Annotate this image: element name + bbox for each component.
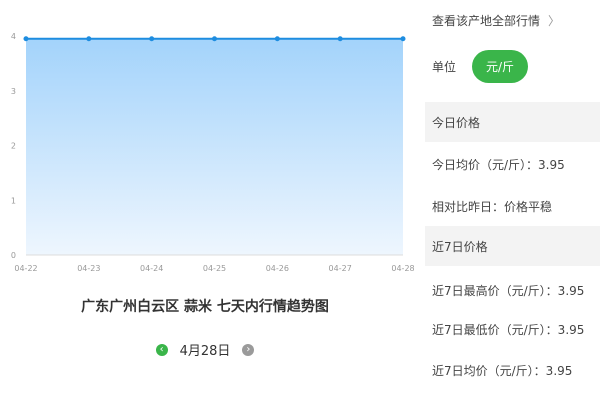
data-point	[274, 36, 280, 42]
price-info-panel: 查看该产地全部行情 〉 单位 元/斤 今日价格 今日均价（元/斤）：3.95 相…	[425, 0, 600, 400]
week-average-price: 近7日均价（元/斤）：3.95	[432, 364, 573, 378]
price-trend-chart: 0 1 2 3 4 04-22 04-23 04-24 04-25 04-26 04-27 04-28	[11, 32, 415, 273]
x-tick-label: 04-22	[14, 264, 37, 273]
unit-button[interactable]: 元/斤	[472, 50, 528, 83]
unit-label: 单位	[432, 60, 457, 74]
y-tick-label: 1	[11, 196, 16, 205]
data-point	[23, 36, 29, 42]
x-tick-label: 04-26	[266, 264, 289, 273]
x-tick-label: 04-25	[203, 264, 226, 273]
week-low-price: 近7日最低价（元/斤）：3.95	[432, 323, 585, 337]
y-tick-label: 2	[11, 142, 16, 151]
view-all-label: 查看该产地全部行情	[432, 14, 541, 28]
today-average-price: 今日均价（元/斤）：3.95	[432, 158, 565, 172]
week-high-price: 近7日最高价（元/斤）：3.95	[432, 284, 585, 298]
chevron-right-icon: 〉	[548, 14, 561, 28]
unit-row: 单位 元/斤	[432, 50, 528, 83]
x-tick-label: 04-27	[329, 264, 352, 273]
data-point	[212, 36, 217, 42]
compare-yesterday: 相对比昨日：价格平稳	[432, 200, 553, 214]
chart-title: 广东广州白云区 蒜米 七天内行情趋势图	[81, 299, 329, 315]
y-tick-label: 0	[11, 251, 16, 260]
data-point	[337, 36, 343, 42]
x-tick-label: 04-24	[140, 264, 163, 273]
date-navigator: ‹ 4月28日 ›	[0, 340, 410, 359]
week-price-header: 近7日价格	[425, 226, 600, 266]
data-point	[400, 36, 406, 42]
area-fill	[26, 38, 403, 255]
chevron-right-icon[interactable]: ›	[242, 343, 255, 356]
current-date: 4月28日	[179, 344, 231, 359]
today-price-header: 今日价格	[425, 102, 600, 142]
y-tick-label: 3	[11, 87, 16, 96]
x-tick-label: 04-28	[391, 264, 414, 273]
y-tick-label: 4	[11, 32, 16, 41]
x-tick-label: 04-23	[77, 264, 100, 273]
data-point	[149, 36, 155, 42]
chevron-left-icon[interactable]: ‹	[155, 343, 168, 356]
data-point	[86, 36, 92, 42]
view-all-link[interactable]: 查看该产地全部行情 〉	[432, 12, 560, 29]
